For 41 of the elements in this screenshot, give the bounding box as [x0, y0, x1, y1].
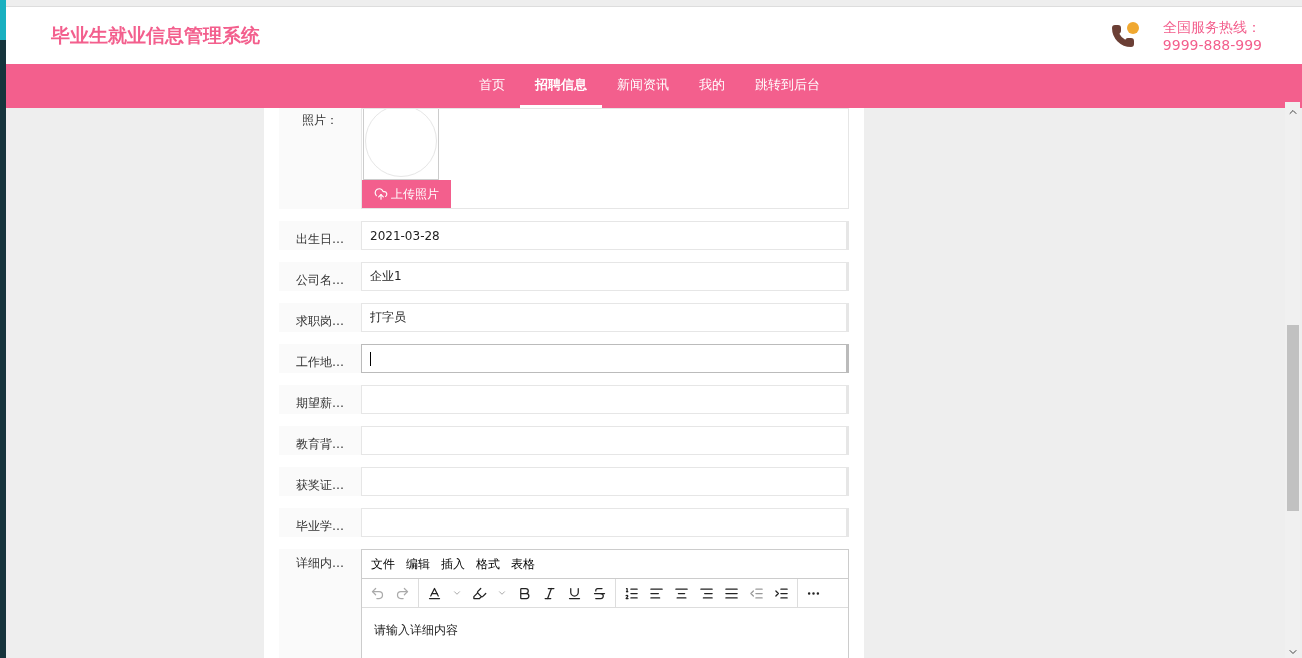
- editor-menu-item[interactable]: 表格: [511, 555, 535, 573]
- editor-menu-item[interactable]: 插入: [441, 555, 465, 573]
- field-label: 照片：: [279, 108, 361, 209]
- editor-menu-item[interactable]: 格式: [476, 555, 500, 573]
- input-field[interactable]: [361, 344, 849, 373]
- input-field[interactable]: 2021-03-28: [361, 221, 849, 250]
- indent-icon[interactable]: [774, 585, 789, 601]
- field-label: 期望薪…: [279, 385, 361, 414]
- caret-icon[interactable]: [452, 588, 462, 598]
- align-left-icon[interactable]: [649, 585, 664, 601]
- cloud-upload-icon: [374, 187, 388, 202]
- scrollbar-thumb[interactable]: [1286, 325, 1299, 511]
- input-field[interactable]: 打字员: [361, 303, 849, 332]
- align-right-icon[interactable]: [699, 585, 714, 601]
- field-label: 获奖证…: [279, 467, 361, 496]
- rich-text-editor[interactable]: 文件 编辑 插入 格式 表格 请输入详细内容: [361, 549, 849, 658]
- field-label: 工作地…: [279, 344, 361, 373]
- strikethrough-icon[interactable]: [592, 585, 607, 601]
- hotline-number: 9999-888-999: [1162, 35, 1262, 54]
- field-label: 求职岗…: [279, 303, 361, 332]
- hotline-label: 全国服务热线：: [1162, 17, 1262, 36]
- highlighter-icon[interactable]: [472, 585, 487, 601]
- field-label: 公司名…: [279, 262, 361, 291]
- align-center-icon[interactable]: [674, 585, 689, 601]
- text-color-icon[interactable]: [427, 585, 442, 601]
- outdent-icon[interactable]: [749, 585, 764, 601]
- bold-icon[interactable]: [517, 585, 532, 601]
- text-cursor: [370, 351, 371, 366]
- underline-icon[interactable]: [567, 585, 582, 601]
- field-label: 毕业学…: [279, 508, 361, 537]
- field-label: 详细内…: [279, 549, 361, 658]
- justify-icon[interactable]: [724, 585, 739, 601]
- field-label: 出生日…: [279, 221, 361, 250]
- caret-icon[interactable]: [497, 588, 507, 598]
- site-title: 毕业生就业信息管理系统: [51, 22, 260, 48]
- editor-menu-item[interactable]: 编辑: [406, 555, 430, 573]
- input-field[interactable]: 企业1: [361, 262, 849, 291]
- editor-placeholder: 请输入详细内容: [373, 622, 459, 639]
- editor-menu-item[interactable]: 文件: [371, 555, 395, 573]
- italic-icon[interactable]: [542, 585, 557, 601]
- field-label: 教育背…: [279, 426, 361, 455]
